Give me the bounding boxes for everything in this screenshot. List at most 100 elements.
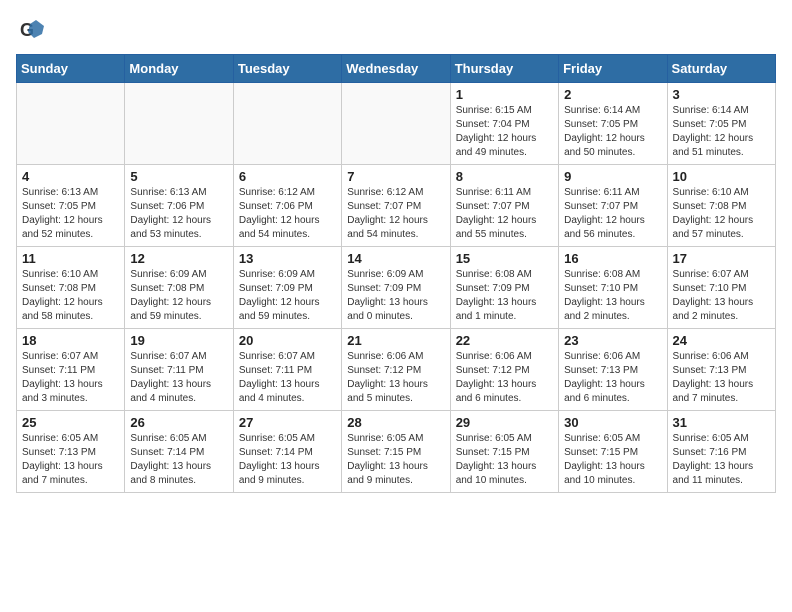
day-number: 7 [347, 169, 444, 184]
day-number: 13 [239, 251, 336, 266]
day-info: Sunrise: 6:12 AM Sunset: 7:07 PM Dayligh… [347, 186, 444, 242]
calendar-week-1: 1 Sunrise: 6:15 AM Sunset: 7:04 PM Daylig… [17, 83, 776, 165]
day-info: Sunrise: 6:10 AM Sunset: 7:08 PM Dayligh… [22, 268, 119, 324]
calendar-cell: 11 Sunrise: 6:10 AM Sunset: 7:08 PM Dayli… [17, 247, 125, 329]
calendar-table: SundayMondayTuesdayWednesdayThursdayFrid… [16, 54, 776, 493]
weekday-thursday: Thursday [450, 55, 558, 83]
day-info: Sunrise: 6:05 AM Sunset: 7:16 PM Dayligh… [673, 432, 770, 488]
calendar-cell: 6 Sunrise: 6:12 AM Sunset: 7:06 PM Daylig… [233, 165, 341, 247]
day-number: 8 [456, 169, 553, 184]
day-number: 10 [673, 169, 770, 184]
day-number: 1 [456, 87, 553, 102]
calendar-cell: 10 Sunrise: 6:10 AM Sunset: 7:08 PM Dayli… [667, 165, 775, 247]
calendar-cell: 24 Sunrise: 6:06 AM Sunset: 7:13 PM Dayli… [667, 329, 775, 411]
day-info: Sunrise: 6:05 AM Sunset: 7:14 PM Dayligh… [130, 432, 227, 488]
calendar-cell: 5 Sunrise: 6:13 AM Sunset: 7:06 PM Daylig… [125, 165, 233, 247]
calendar-cell: 7 Sunrise: 6:12 AM Sunset: 7:07 PM Daylig… [342, 165, 450, 247]
day-number: 25 [22, 415, 119, 430]
day-info: Sunrise: 6:08 AM Sunset: 7:10 PM Dayligh… [564, 268, 661, 324]
logo-icon: G [18, 16, 46, 44]
day-info: Sunrise: 6:06 AM Sunset: 7:13 PM Dayligh… [564, 350, 661, 406]
day-info: Sunrise: 6:07 AM Sunset: 7:10 PM Dayligh… [673, 268, 770, 324]
day-info: Sunrise: 6:10 AM Sunset: 7:08 PM Dayligh… [673, 186, 770, 242]
day-number: 21 [347, 333, 444, 348]
day-info: Sunrise: 6:05 AM Sunset: 7:15 PM Dayligh… [564, 432, 661, 488]
calendar-week-3: 11 Sunrise: 6:10 AM Sunset: 7:08 PM Dayli… [17, 247, 776, 329]
calendar-cell: 13 Sunrise: 6:09 AM Sunset: 7:09 PM Dayli… [233, 247, 341, 329]
calendar-cell: 3Sunrise: 6:14 AM Sunset: 7:05 PM Daylig… [667, 83, 775, 165]
day-number: 29 [456, 415, 553, 430]
day-number: 18 [22, 333, 119, 348]
day-number: 23 [564, 333, 661, 348]
calendar-cell: 22 Sunrise: 6:06 AM Sunset: 7:12 PM Dayli… [450, 329, 558, 411]
day-number: 16 [564, 251, 661, 266]
day-info: Sunrise: 6:05 AM Sunset: 7:15 PM Dayligh… [347, 432, 444, 488]
day-number: 6 [239, 169, 336, 184]
weekday-header-row: SundayMondayTuesdayWednesdayThursdayFrid… [17, 55, 776, 83]
weekday-friday: Friday [559, 55, 667, 83]
day-info: Sunrise: 6:06 AM Sunset: 7:13 PM Dayligh… [673, 350, 770, 406]
day-info: Sunrise: 6:12 AM Sunset: 7:06 PM Dayligh… [239, 186, 336, 242]
day-info: Sunrise: 6:08 AM Sunset: 7:09 PM Dayligh… [456, 268, 553, 324]
calendar-cell: 2Sunrise: 6:14 AM Sunset: 7:05 PM Daylig… [559, 83, 667, 165]
day-info: Sunrise: 6:05 AM Sunset: 7:15 PM Dayligh… [456, 432, 553, 488]
calendar-cell: 1 Sunrise: 6:15 AM Sunset: 7:04 PM Daylig… [450, 83, 558, 165]
day-info: Sunrise: 6:14 AM Sunset: 7:05 PM Dayligh… [673, 104, 770, 160]
day-info: Sunrise: 6:07 AM Sunset: 7:11 PM Dayligh… [130, 350, 227, 406]
weekday-sunday: Sunday [17, 55, 125, 83]
day-info: Sunrise: 6:06 AM Sunset: 7:12 PM Dayligh… [347, 350, 444, 406]
calendar-cell: 30 Sunrise: 6:05 AM Sunset: 7:15 PM Dayli… [559, 411, 667, 493]
day-info: Sunrise: 6:09 AM Sunset: 7:09 PM Dayligh… [347, 268, 444, 324]
day-info: Sunrise: 6:07 AM Sunset: 7:11 PM Dayligh… [239, 350, 336, 406]
day-info: Sunrise: 6:09 AM Sunset: 7:09 PM Dayligh… [239, 268, 336, 324]
day-number: 19 [130, 333, 227, 348]
calendar-cell: 16 Sunrise: 6:08 AM Sunset: 7:10 PM Dayli… [559, 247, 667, 329]
logo: G [16, 16, 46, 44]
calendar-cell: 15 Sunrise: 6:08 AM Sunset: 7:09 PM Dayli… [450, 247, 558, 329]
calendar-cell: 4Sunrise: 6:13 AM Sunset: 7:05 PM Daylig… [17, 165, 125, 247]
weekday-tuesday: Tuesday [233, 55, 341, 83]
weekday-wednesday: Wednesday [342, 55, 450, 83]
calendar-cell [125, 83, 233, 165]
day-info: Sunrise: 6:09 AM Sunset: 7:08 PM Dayligh… [130, 268, 227, 324]
day-number: 28 [347, 415, 444, 430]
calendar-cell: 20 Sunrise: 6:07 AM Sunset: 7:11 PM Dayli… [233, 329, 341, 411]
day-info: Sunrise: 6:15 AM Sunset: 7:04 PM Dayligh… [456, 104, 553, 160]
page-header: G [16, 16, 776, 44]
calendar-cell: 25 Sunrise: 6:05 AM Sunset: 7:13 PM Dayli… [17, 411, 125, 493]
day-info: Sunrise: 6:06 AM Sunset: 7:12 PM Dayligh… [456, 350, 553, 406]
calendar-cell: 8 Sunrise: 6:11 AM Sunset: 7:07 PM Daylig… [450, 165, 558, 247]
day-number: 24 [673, 333, 770, 348]
day-number: 22 [456, 333, 553, 348]
day-info: Sunrise: 6:11 AM Sunset: 7:07 PM Dayligh… [564, 186, 661, 242]
day-info: Sunrise: 6:05 AM Sunset: 7:13 PM Dayligh… [22, 432, 119, 488]
calendar-week-5: 25 Sunrise: 6:05 AM Sunset: 7:13 PM Dayli… [17, 411, 776, 493]
calendar-cell: 23 Sunrise: 6:06 AM Sunset: 7:13 PM Dayli… [559, 329, 667, 411]
day-info: Sunrise: 6:13 AM Sunset: 7:06 PM Dayligh… [130, 186, 227, 242]
calendar-cell: 14 Sunrise: 6:09 AM Sunset: 7:09 PM Dayli… [342, 247, 450, 329]
day-number: 30 [564, 415, 661, 430]
calendar-cell [17, 83, 125, 165]
calendar-cell: 18 Sunrise: 6:07 AM Sunset: 7:11 PM Dayli… [17, 329, 125, 411]
calendar-cell: 28 Sunrise: 6:05 AM Sunset: 7:15 PM Dayli… [342, 411, 450, 493]
calendar-cell: 9Sunrise: 6:11 AM Sunset: 7:07 PM Daylig… [559, 165, 667, 247]
day-number: 5 [130, 169, 227, 184]
day-number: 11 [22, 251, 119, 266]
calendar-cell: 29 Sunrise: 6:05 AM Sunset: 7:15 PM Dayli… [450, 411, 558, 493]
day-info: Sunrise: 6:13 AM Sunset: 7:05 PM Dayligh… [22, 186, 119, 242]
day-number: 14 [347, 251, 444, 266]
calendar-week-2: 4Sunrise: 6:13 AM Sunset: 7:05 PM Daylig… [17, 165, 776, 247]
calendar-cell: 12Sunrise: 6:09 AM Sunset: 7:08 PM Dayli… [125, 247, 233, 329]
day-number: 17 [673, 251, 770, 266]
day-number: 20 [239, 333, 336, 348]
day-info: Sunrise: 6:07 AM Sunset: 7:11 PM Dayligh… [22, 350, 119, 406]
calendar-cell: 21 Sunrise: 6:06 AM Sunset: 7:12 PM Dayli… [342, 329, 450, 411]
weekday-monday: Monday [125, 55, 233, 83]
day-number: 15 [456, 251, 553, 266]
day-number: 27 [239, 415, 336, 430]
day-info: Sunrise: 6:14 AM Sunset: 7:05 PM Dayligh… [564, 104, 661, 160]
day-info: Sunrise: 6:05 AM Sunset: 7:14 PM Dayligh… [239, 432, 336, 488]
day-number: 26 [130, 415, 227, 430]
day-info: Sunrise: 6:11 AM Sunset: 7:07 PM Dayligh… [456, 186, 553, 242]
day-number: 31 [673, 415, 770, 430]
